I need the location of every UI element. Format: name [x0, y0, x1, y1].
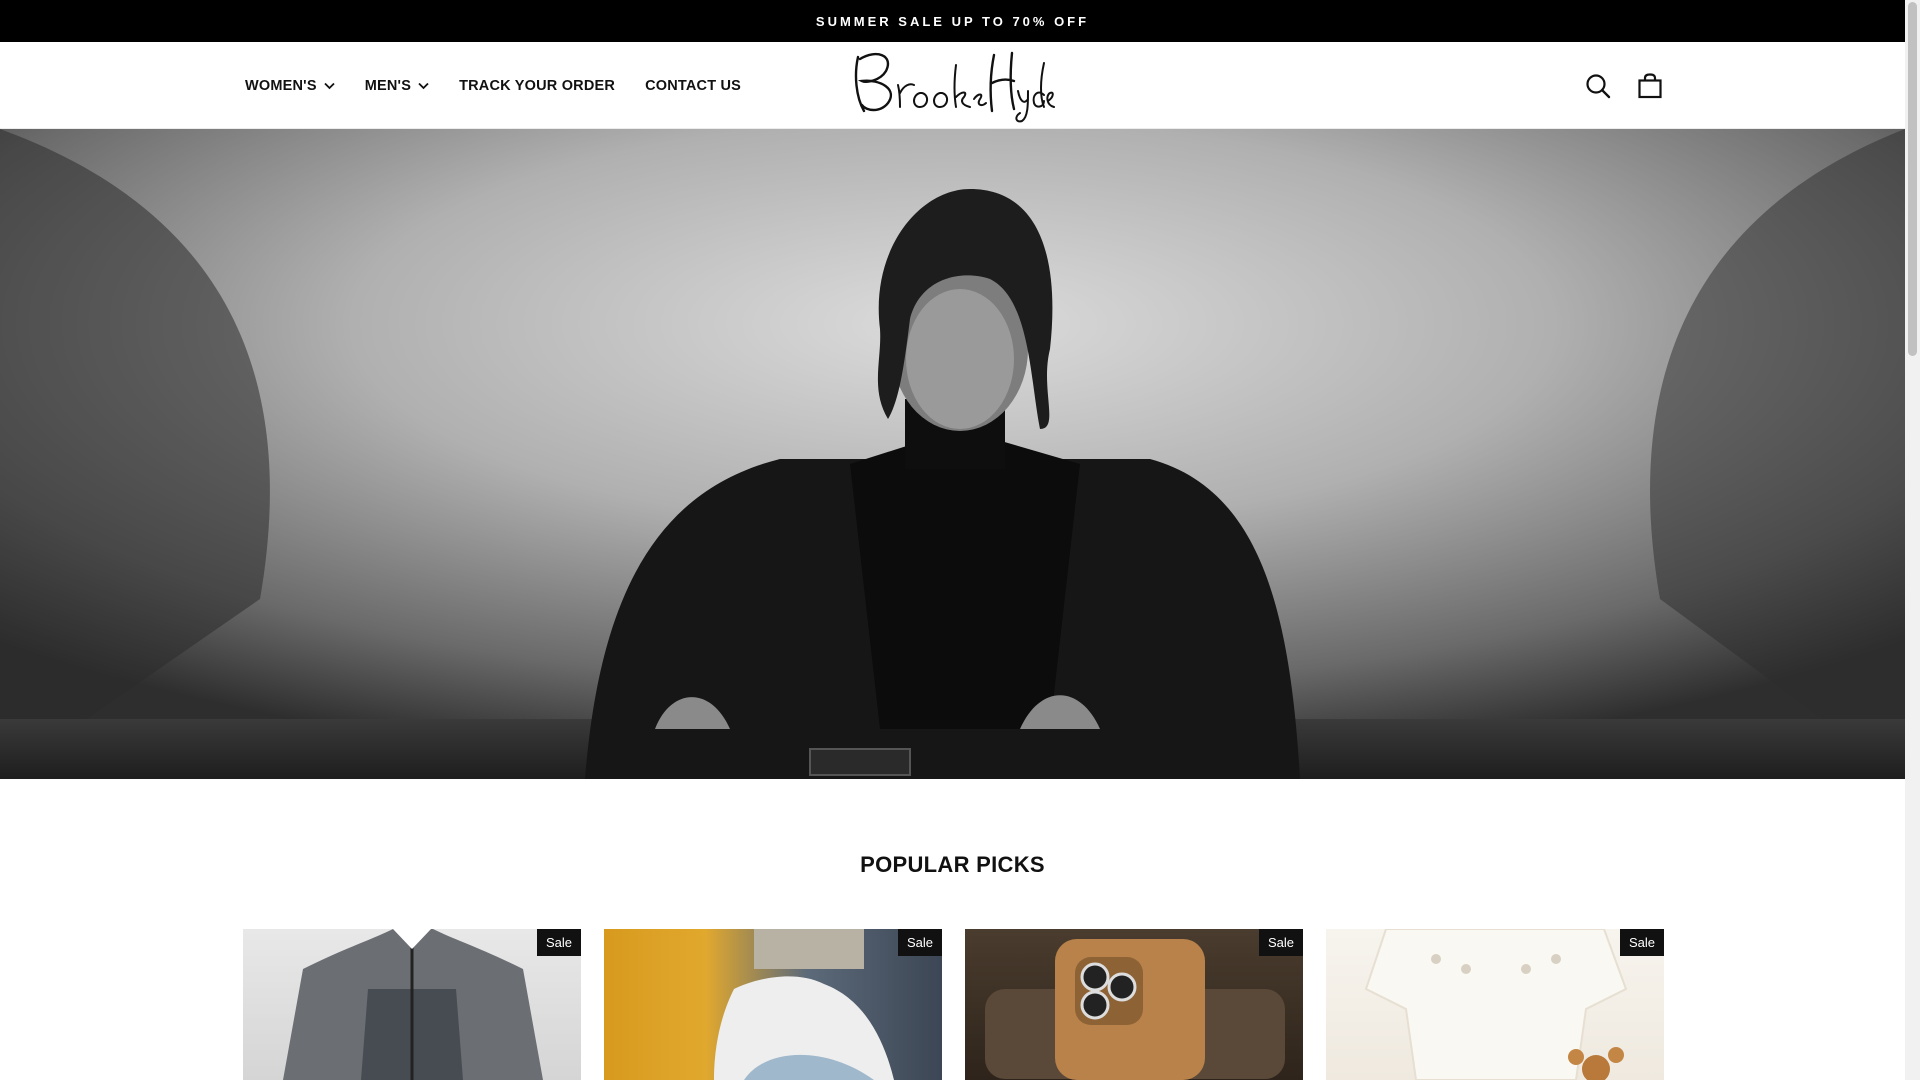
product-grid: Sale Sale Sale Sale: [243, 929, 1687, 1080]
nav-item-womens[interactable]: WOMEN'S: [245, 78, 335, 94]
nav-item-label: CONTACT US: [645, 77, 742, 94]
product-image: [714, 929, 894, 1080]
chevron-down-icon: [324, 82, 335, 89]
announcement-bar: SUMMER SALE UP TO 70% OFF: [0, 0, 1905, 42]
site-header: WOMEN'S MEN'S TRACK YOUR ORDER CONTACT U…: [0, 42, 1905, 129]
product-card[interactable]: Sale: [1326, 929, 1664, 1080]
sale-badge: Sale: [536, 929, 581, 956]
nav-item-label: TRACK YOUR ORDER: [459, 77, 616, 94]
sale-badge: Sale: [897, 929, 942, 956]
nav-item-label: WOMEN'S: [245, 77, 317, 94]
sale-badge: Sale: [1619, 929, 1664, 956]
product-image: [283, 929, 543, 1080]
product-card[interactable]: Sale: [604, 929, 942, 1080]
section-title: POPULAR PICKS: [860, 852, 1045, 877]
nav-item-track-order[interactable]: TRACK YOUR ORDER: [459, 78, 615, 94]
product-image: [985, 939, 1285, 1080]
scrollbar-thumb[interactable]: [1908, 2, 1917, 356]
brand-logo[interactable]: [850, 45, 1055, 123]
search-icon: [1586, 73, 1611, 98]
sale-badge: Sale: [1258, 929, 1303, 956]
brand-logo-script: [854, 51, 1055, 123]
nav-item-label: MEN'S: [364, 77, 412, 94]
nav-item-mens[interactable]: MEN'S: [365, 78, 429, 94]
hero-banner[interactable]: [0, 129, 1905, 779]
product-image: [1364, 929, 1628, 1080]
main-nav: WOMEN'S MEN'S TRACK YOUR ORDER CONTACT U…: [245, 42, 771, 129]
product-card[interactable]: Sale: [965, 929, 1303, 1080]
hero-image: [0, 129, 1905, 779]
shopping-bag-icon: [1638, 72, 1662, 98]
search-button[interactable]: [1578, 66, 1618, 106]
product-card[interactable]: Sale: [243, 929, 581, 1080]
announcement-text: SUMMER SALE UP TO 70% OFF: [815, 13, 1090, 29]
nav-item-contact[interactable]: CONTACT US: [645, 78, 741, 94]
chevron-down-icon: [418, 82, 429, 89]
cart-button[interactable]: [1630, 66, 1670, 106]
header-icons: [1578, 42, 1682, 129]
